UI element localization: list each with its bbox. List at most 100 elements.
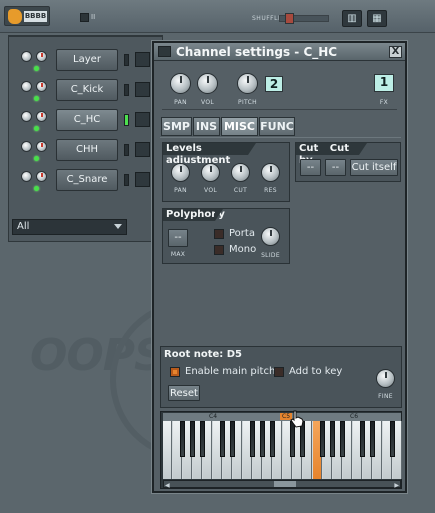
channel-pan-knob[interactable] — [21, 141, 32, 152]
channel-menu-icon[interactable] — [135, 172, 150, 187]
fine-tune-knob[interactable] — [376, 369, 395, 388]
black-key[interactable] — [270, 421, 275, 457]
channel-menu-icon[interactable] — [135, 52, 150, 67]
black-key[interactable] — [250, 421, 255, 457]
channel-pan-knob[interactable] — [21, 81, 32, 92]
black-key[interactable] — [260, 421, 265, 457]
keyboard-ruler: C4 C5 C6 — [163, 413, 401, 421]
keyboard-view-icon[interactable]: ▦ — [367, 10, 387, 27]
channel-active-led[interactable] — [34, 66, 39, 71]
tab-misc[interactable]: MISC — [221, 117, 258, 136]
window-menu-icon[interactable] — [158, 46, 171, 57]
channel-vol-knob[interactable] — [36, 171, 47, 182]
channel-filter-select[interactable]: All — [12, 219, 127, 235]
white-key[interactable] — [163, 421, 172, 479]
channel-menu-icon[interactable] — [135, 112, 150, 127]
add-to-key-label: Add to key — [289, 366, 343, 377]
black-key[interactable] — [180, 421, 185, 457]
shuffle-slider-handle[interactable] — [285, 13, 294, 24]
pitch-range-display[interactable]: 2 — [265, 76, 283, 92]
top-toolbar: BBBB II SHUFFLE ▥ ▦ — [0, 0, 435, 36]
black-key[interactable] — [330, 421, 335, 457]
channel-select-light[interactable] — [124, 174, 129, 186]
tab-ins[interactable]: INS — [193, 117, 220, 136]
reset-button[interactable]: Reset — [168, 385, 200, 401]
channel-vol-knob[interactable] — [36, 51, 47, 62]
tab-func[interactable]: FUNC — [259, 117, 295, 136]
level-res-knob[interactable] — [261, 163, 280, 182]
scrollbar-thumb[interactable] — [274, 481, 296, 487]
channel-vol-knob[interactable] — [36, 81, 47, 92]
pitch-label: PITCH — [238, 99, 257, 106]
slide-knob[interactable] — [261, 227, 280, 246]
porta-label: Porta — [229, 228, 255, 239]
divider — [162, 109, 397, 110]
enable-main-pitch-checkbox[interactable] — [170, 367, 180, 377]
channel-select-light[interactable] — [124, 84, 129, 96]
enable-main-pitch-label: Enable main pitch — [185, 366, 276, 377]
channel-vol-knob[interactable] — [36, 111, 47, 122]
window-titlebar[interactable]: Channel settings - C_HC X — [154, 43, 405, 61]
scroll-right-icon[interactable]: ▶ — [394, 482, 399, 489]
channel-button-c-kick[interactable]: C_Kick — [56, 79, 118, 101]
channel-active-led[interactable] — [34, 156, 39, 161]
channel-pan-knob[interactable] — [21, 111, 32, 122]
black-key[interactable] — [390, 421, 395, 457]
level-pan-knob[interactable] — [171, 163, 190, 182]
channel-button-c-hc[interactable]: C_HC — [56, 109, 118, 131]
channel-pan-knob[interactable] — [21, 51, 32, 62]
channel-select-light[interactable] — [124, 144, 129, 156]
hand-cursor-icon — [290, 410, 304, 428]
cut-group-display[interactable]: -- — [300, 159, 321, 176]
level-vol-knob[interactable] — [201, 163, 220, 182]
scroll-left-icon[interactable]: ◀ — [165, 482, 170, 489]
channel-active-led[interactable] — [34, 96, 39, 101]
fx-label: FX — [379, 99, 389, 106]
channel-select-light[interactable] — [124, 114, 129, 126]
piano-keys[interactable] — [163, 421, 402, 479]
level-cut-knob[interactable] — [231, 163, 250, 182]
graph-editor-icon[interactable]: ▥ — [342, 10, 362, 27]
channel-button-chh[interactable]: CHH — [56, 139, 118, 161]
channel-vol-knob[interactable] — [36, 141, 47, 152]
fx-channel-display[interactable]: 1 — [374, 74, 394, 92]
root-note-keyboard[interactable]: C4 C5 C6 ◀ ▶ — [160, 411, 402, 489]
porta-checkbox[interactable] — [214, 229, 224, 239]
black-key[interactable] — [340, 421, 345, 457]
add-to-key-checkbox[interactable] — [274, 367, 284, 377]
black-key[interactable] — [370, 421, 375, 457]
channel-button-c-snare[interactable]: C_Snare — [56, 169, 118, 191]
cut-by-group-display[interactable]: -- — [325, 159, 346, 176]
pan-knob[interactable] — [170, 73, 191, 94]
channel-button-layer[interactable]: Layer — [56, 49, 118, 71]
polyphony-max-display[interactable]: -- — [168, 229, 188, 247]
cut-panel: Cut Cut by -- -- Cut itself — [295, 142, 401, 182]
fl-studio-logo-button[interactable]: BBBB — [4, 6, 50, 26]
mono-label: Mono — [229, 244, 257, 255]
channel-select-light[interactable] — [124, 54, 129, 66]
channel-pan-knob[interactable] — [21, 171, 32, 182]
close-button[interactable]: X — [389, 46, 402, 58]
black-key[interactable] — [230, 421, 235, 457]
channel-row: C_HC — [9, 109, 159, 133]
channel-active-led[interactable] — [34, 186, 39, 191]
black-key[interactable] — [190, 421, 195, 457]
cut-itself-button[interactable]: Cut itself — [350, 159, 398, 176]
channel-active-led[interactable] — [34, 126, 39, 131]
tab-smp[interactable]: SMP — [161, 117, 192, 136]
vol-knob[interactable] — [197, 73, 218, 94]
pitch-knob[interactable] — [237, 73, 258, 94]
black-key[interactable] — [220, 421, 225, 457]
slide-label: SLIDE — [261, 252, 280, 259]
divider — [160, 137, 401, 138]
black-key[interactable] — [320, 421, 325, 457]
black-key[interactable] — [360, 421, 365, 457]
channel-menu-icon[interactable] — [135, 82, 150, 97]
mono-checkbox[interactable] — [214, 245, 224, 255]
pattern-icon[interactable] — [80, 13, 89, 22]
keyboard-scrollbar[interactable]: ◀ ▶ — [163, 480, 401, 489]
channel-menu-icon[interactable] — [135, 142, 150, 157]
level-res-label: RES — [264, 187, 277, 194]
level-pan-label: PAN — [174, 187, 187, 194]
black-key[interactable] — [200, 421, 205, 457]
